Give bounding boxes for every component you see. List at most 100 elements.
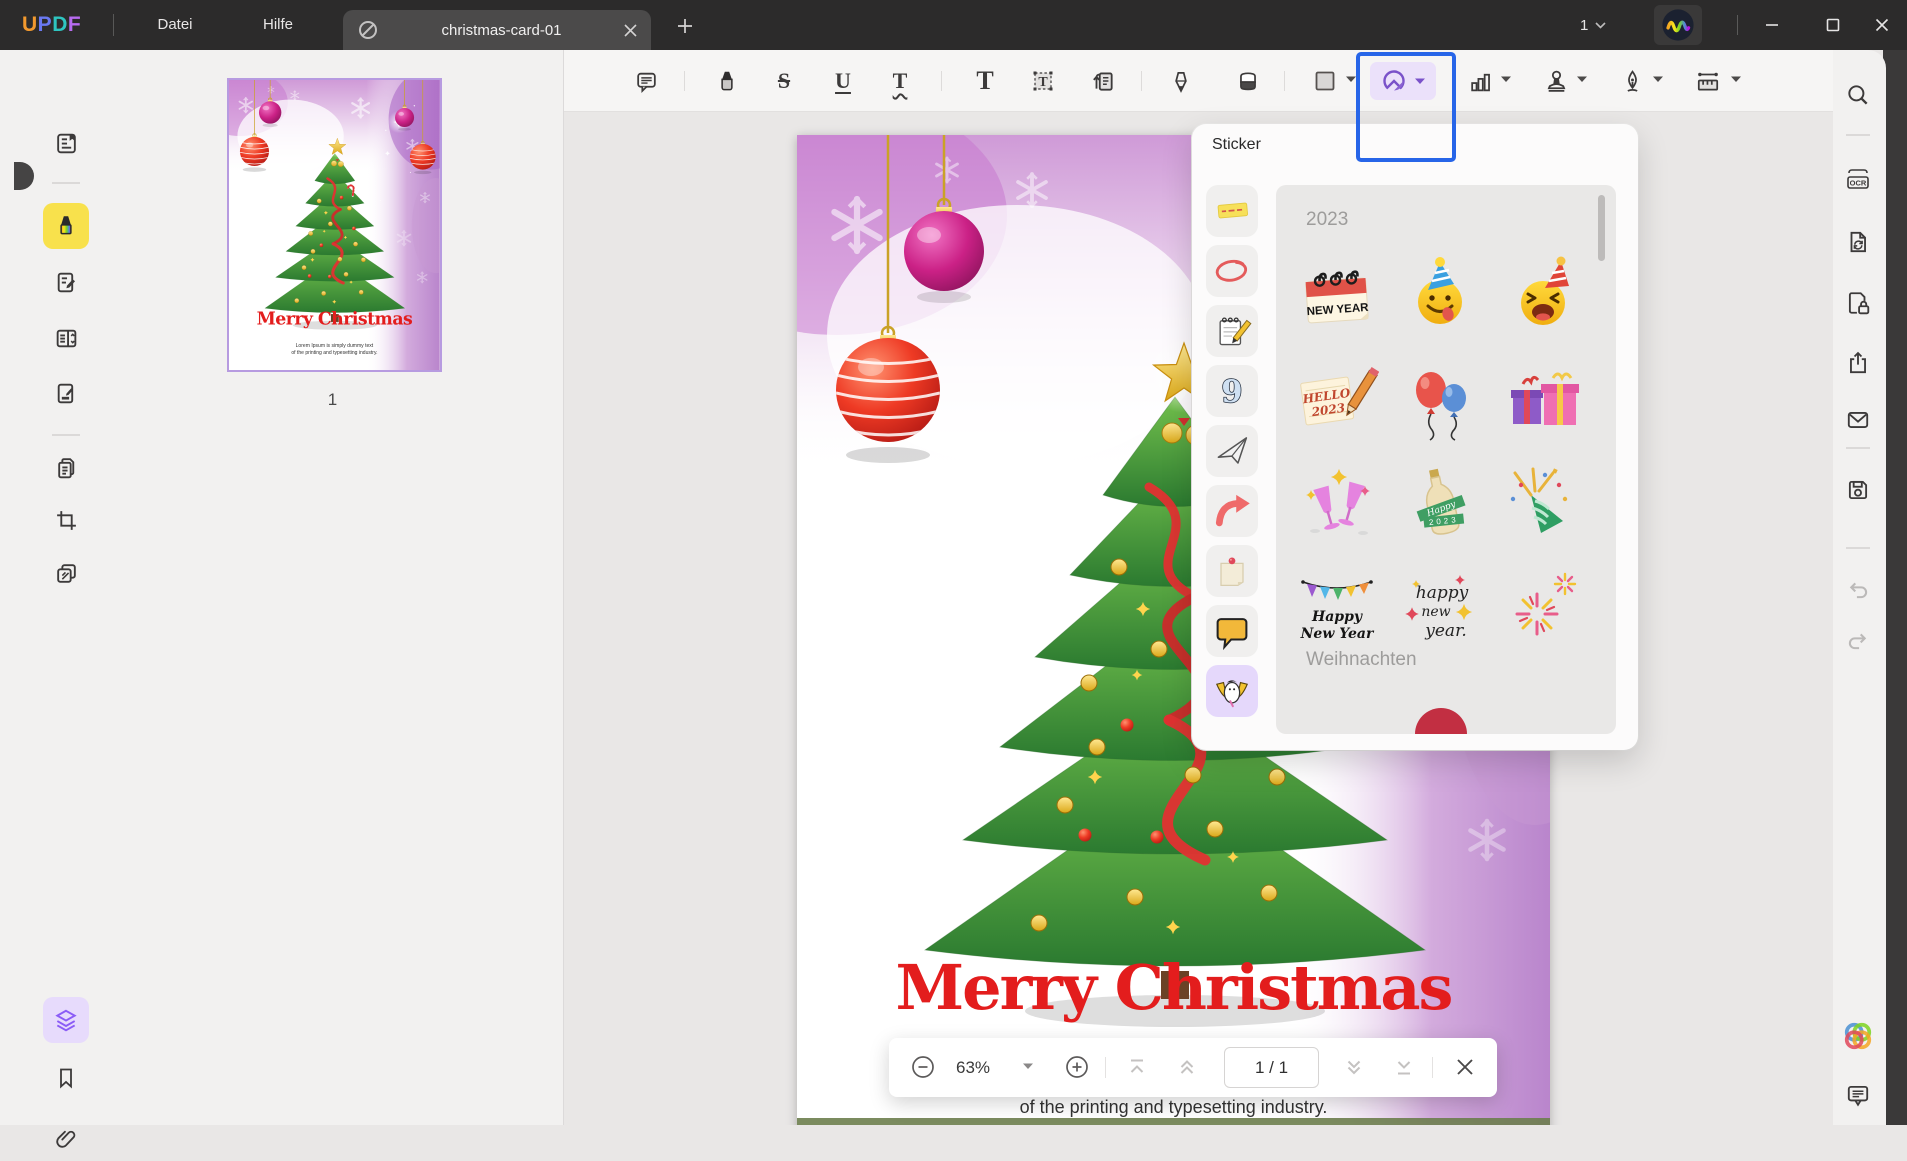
close-tab-icon[interactable] [624,23,637,37]
shapes-tool-button[interactable] [1305,61,1345,101]
shapes-dropdown-chevron[interactable] [1346,76,1356,83]
signature-dropdown-chevron[interactable] [1653,76,1663,83]
thumb-card-title: Merry Christmas [256,308,413,329]
maximize-button[interactable] [1809,0,1857,50]
menu-hilfe[interactable]: Hilfe [248,0,308,50]
right-divider [1846,547,1870,549]
chevron-down-icon [1346,76,1356,82]
page-indicator-dropdown[interactable]: 1 [1580,0,1606,50]
squiggly-tool-button[interactable]: T [880,61,920,101]
close-button[interactable] [1858,0,1906,50]
eraser-tool-button[interactable] [1228,61,1268,101]
sticker-laughing-party-face[interactable] [1500,252,1586,338]
sticker-fireworks[interactable] [1500,563,1586,649]
sticker-party-face-tongue[interactable] [1397,252,1483,338]
sticker-balloons[interactable] [1397,357,1483,443]
document-tab[interactable]: christmas-card-01 [343,10,651,50]
chevron-down-icon [1577,76,1587,82]
scrollbar-thumb[interactable] [1598,195,1605,261]
sidebar-item-reader[interactable] [43,120,89,166]
convert-page-button[interactable] [1839,223,1877,261]
sticker-gift-boxes[interactable] [1500,357,1586,443]
sidebar-item-attachment[interactable] [43,1115,89,1161]
search-button[interactable] [1839,76,1877,114]
minimize-button[interactable] [1748,0,1796,50]
zoom-in-button[interactable] [1057,1047,1097,1087]
category-number-nine[interactable]: 9 [1206,365,1258,417]
underline-tool-button[interactable]: U [823,61,863,101]
sidebar-item-convert[interactable] [43,445,89,491]
toolbar-divider [1141,71,1142,91]
ai-assistant-button[interactable] [1839,1017,1877,1055]
zoom-level-value[interactable]: 63% [945,1038,1001,1097]
category-pinned-note[interactable] [1206,545,1258,597]
mail-icon [1847,412,1869,428]
card-body-line2: of the printing and typesetting industry… [1019,1097,1328,1117]
last-page-button[interactable] [1384,1047,1424,1087]
account-avatar[interactable] [1654,5,1702,45]
logo-letter: F [67,13,82,36]
measure-dropdown-chevron[interactable] [1731,76,1741,83]
comment-tool-button[interactable] [626,61,666,101]
svg-text:New Year: New Year [1300,626,1375,642]
zoom-dropdown-chevron[interactable] [1023,1063,1033,1070]
pencil-tool-button[interactable] [1161,61,1201,101]
sidebar-item-page-edit[interactable] [43,259,89,305]
strikethrough-tool-button[interactable]: S [764,61,804,101]
sidebar-item-fill-sign[interactable] [43,370,89,416]
category-red-arrow[interactable] [1206,485,1258,537]
svg-text:year.: year. [1424,621,1466,641]
redo-icon [1848,633,1867,650]
layers-icon [55,1009,77,1032]
sticker-champagne-bottle[interactable]: Happy 2023 [1397,460,1483,546]
previous-page-button[interactable] [1167,1047,1207,1087]
sticker-hello-2023-note[interactable]: HELLO 2023 [1294,357,1380,443]
sticker-party-popper[interactable] [1500,460,1586,546]
share-button[interactable] [1839,344,1877,382]
stamp-tool-button[interactable] [1536,61,1576,101]
undo-button[interactable] [1839,570,1877,608]
chart-tool-button[interactable] [1460,61,1500,101]
textbox-tool-button[interactable]: T [1023,61,1063,101]
save-button[interactable] [1839,471,1877,509]
ocr-button[interactable]: OCR [1839,161,1877,199]
protect-button[interactable] [1839,284,1877,322]
sticker-champagne-glasses[interactable] [1294,460,1380,546]
text-tool-button[interactable]: T [965,61,1005,101]
email-button[interactable] [1839,401,1877,439]
category-notepad[interactable] [1206,305,1258,357]
sidebar-item-crop[interactable] [43,497,89,543]
category-speech-bubble[interactable] [1206,605,1258,657]
close-zoombar-button[interactable] [1445,1047,1485,1087]
category-doodle-bird[interactable] [1206,665,1258,717]
sidebar-item-annotate[interactable] [43,203,89,249]
new-tab-button[interactable] [672,13,698,39]
zoom-divider [1432,1057,1433,1078]
svg-text:happy: happy [1416,583,1469,603]
typewriter-tool-button[interactable] [1083,61,1123,101]
redo-button[interactable] [1839,621,1877,659]
stamp-dropdown-chevron[interactable] [1577,76,1587,83]
sticker-new-year-calendar[interactable]: NEW YEAR [1294,252,1380,338]
sticker-happy-new-year-bunting[interactable]: Happy New Year [1294,563,1380,649]
sidebar-item-organize[interactable] [43,315,89,361]
menu-datei[interactable]: Datei [145,0,205,50]
category-red-circle[interactable] [1206,245,1258,297]
feedback-button[interactable] [1839,1076,1877,1114]
sticker-happy-new-year-script[interactable]: happy new year. [1397,563,1483,649]
highlighter-tool-button[interactable] [707,61,747,101]
first-page-button[interactable] [1117,1047,1157,1087]
category-note-tag[interactable] [1206,185,1258,237]
measure-tool-button[interactable] [1688,61,1728,101]
page-number-input[interactable]: 1 / 1 [1224,1047,1319,1088]
sidebar-item-page-copies[interactable] [43,550,89,596]
sidebar-item-bookmark[interactable] [43,1055,89,1101]
zoom-out-button[interactable] [903,1047,943,1087]
sticker-partial-next-row[interactable] [1415,708,1467,734]
category-paper-plane[interactable] [1206,425,1258,477]
chart-dropdown-chevron[interactable] [1501,76,1511,83]
page-thumbnail[interactable]: Merry Christmas Lorem Ipsum is simply du… [227,78,442,372]
next-page-button[interactable] [1334,1047,1374,1087]
signature-tool-button[interactable] [1612,61,1652,101]
sidebar-item-layers[interactable] [43,997,89,1043]
